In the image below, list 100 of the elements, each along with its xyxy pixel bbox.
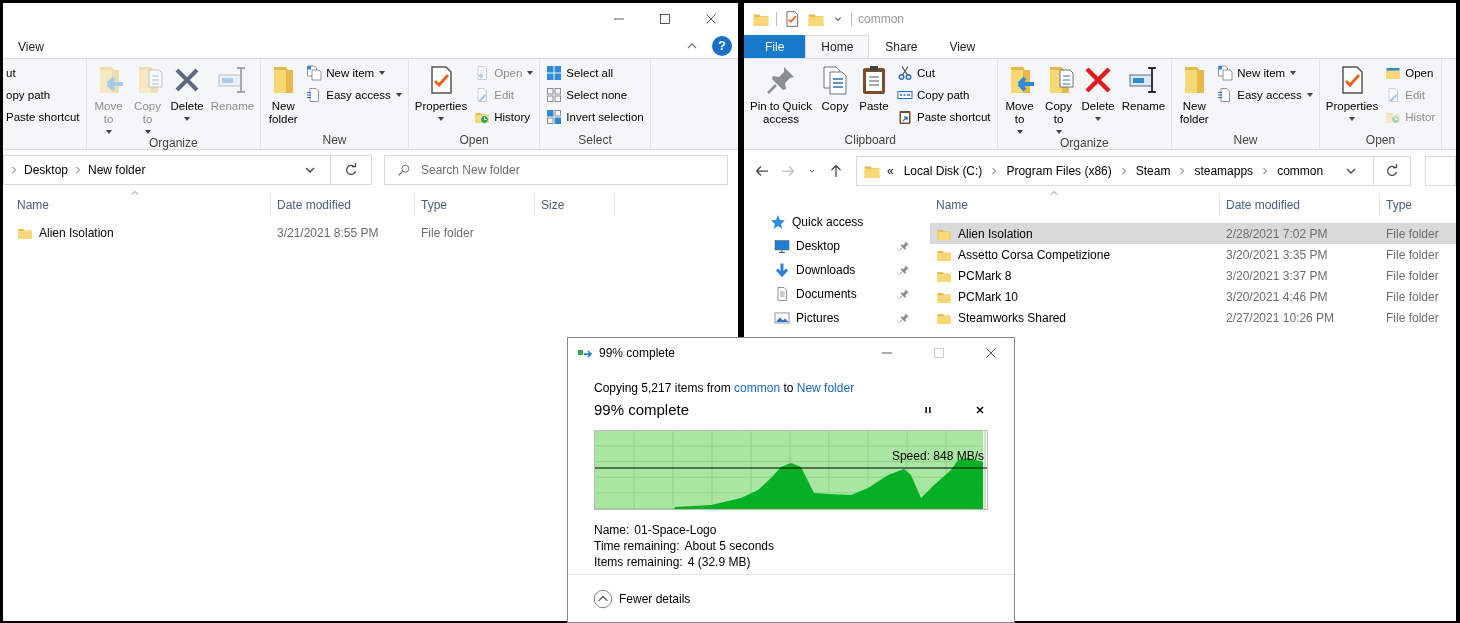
column-header[interactable]: Date modified	[271, 194, 415, 216]
file-row[interactable]: Alien Isolation 3/21/2021 8:55 PM File folder	[11, 222, 738, 243]
ribbon-button[interactable]: Cut	[894, 62, 994, 84]
detail-value: 4 (32.9 MB)	[687, 553, 751, 570]
breadcrumb-link[interactable]: Program Files (x86)	[1002, 162, 1116, 180]
date-cell-text: 3/20/2021 3:35 PM	[1225, 246, 1329, 264]
select-none-icon	[546, 87, 563, 103]
search-placeholder: Search New folder	[421, 162, 520, 179]
file-name: Steamworks Shared	[958, 309, 1067, 327]
group-label: Organize	[149, 136, 198, 150]
file-name: PCMark 8	[958, 267, 1012, 285]
paste-shortcut-icon	[897, 109, 913, 125]
breadcrumb-link[interactable]: New folder	[84, 161, 150, 179]
ribbon-button[interactable]: ut	[3, 62, 83, 84]
ribbon-button[interactable]: Easy access	[1214, 84, 1316, 106]
breadcrumb-link[interactable]: Steam	[1131, 162, 1175, 180]
ribbon-tab[interactable]: File	[744, 35, 806, 58]
breadcrumb-link[interactable]: steamapps	[1190, 162, 1258, 180]
breadcrumb-link[interactable]: Local Disk (C:)	[899, 162, 987, 180]
breadcrumb-link[interactable]: common	[1273, 162, 1328, 180]
file-row[interactable]: PCMark 8 3/20/2021 3:37 PM File folder	[930, 265, 1456, 286]
ribbon-button[interactable]: Copy path	[894, 84, 994, 106]
detail-value: 01-Space-Logo	[634, 521, 717, 538]
type-cell-text: File folder	[1385, 309, 1440, 327]
search-field[interactable]	[1425, 156, 1456, 186]
detail-label: Items remaining:	[594, 553, 683, 570]
breadcrumb-link[interactable]: Desktop	[20, 161, 73, 179]
ribbon-button[interactable]: Select all	[543, 62, 647, 84]
document-icon	[774, 286, 790, 302]
ribbon-button[interactable]: Pin to Quick access	[747, 62, 815, 128]
file-name: PCMark 10	[958, 288, 1019, 306]
file-row[interactable]: Assetto Corsa Competizione 3/20/2021 3:35 PM File folder	[930, 244, 1456, 265]
details-toggle[interactable]: Fewer details	[593, 588, 691, 609]
desktop-icon	[774, 238, 790, 254]
scissors-icon	[897, 65, 913, 81]
ribbon-button[interactable]: Easy access	[303, 84, 405, 106]
ribbon-button[interactable]: Paste shortcut	[3, 106, 83, 128]
overflow-button[interactable]: «	[883, 162, 898, 180]
column-header[interactable]: Name	[930, 194, 1220, 216]
ribbon-button[interactable]: New folder	[264, 62, 303, 128]
address-bar[interactable]: « Local Disk (C:) Program Files (x86) Steam steamapps common	[856, 156, 1412, 186]
type-cell-text: File folder	[1385, 288, 1440, 306]
ribbon-button[interactable]: Rename	[1118, 62, 1169, 115]
sidebar-item[interactable]: Documents	[744, 282, 918, 306]
source-link[interactable]: common	[734, 381, 781, 395]
sidebar-item[interactable]: Desktop	[744, 234, 918, 258]
sidebar-item[interactable]: Pictures	[744, 306, 918, 330]
ribbon-button[interactable]: History	[471, 106, 537, 128]
speed-label: Speed: 848 MB/s	[891, 448, 984, 463]
sidebar-item[interactable]: Downloads	[744, 258, 918, 282]
group-label: Open	[459, 133, 489, 147]
type-cell-text: File folder	[1385, 225, 1440, 243]
ribbon-button[interactable]: Paste shortcut	[894, 106, 994, 128]
properties-icon	[783, 9, 801, 28]
ribbon-button[interactable]: Move to	[1000, 62, 1039, 136]
search-icon	[397, 163, 411, 177]
ribbon-button[interactable]: opy path	[3, 84, 83, 106]
search-field[interactable]: Search New folder	[384, 155, 728, 185]
ribbon-tab[interactable]: View	[933, 35, 992, 58]
ribbon-button[interactable]: Copy to	[1039, 62, 1078, 136]
group-label: Organize	[1060, 136, 1109, 150]
sidebar-header[interactable]: Quick access	[792, 213, 864, 231]
group-label: Open	[1365, 133, 1396, 147]
column-header[interactable]: Size	[535, 194, 615, 216]
ribbon-button[interactable]: Delete	[167, 62, 207, 123]
detail-label: Name:	[594, 521, 630, 538]
invert-selection-icon	[546, 109, 563, 125]
address-bar[interactable]: Desktop New folder	[3, 155, 372, 185]
column-header[interactable]: Date modified	[1220, 194, 1380, 216]
column-header[interactable]: Type	[1380, 194, 1456, 216]
ribbon-button[interactable]: New item	[303, 62, 405, 84]
ribbon-button[interactable]: Delete	[1078, 62, 1118, 123]
ribbon-button[interactable]: Properties	[411, 62, 471, 123]
selected-row[interactable]: Alien Isolation 2/28/2021 7:02 PM File folder	[930, 223, 1456, 244]
group-label: Select	[578, 133, 612, 147]
ribbon-button[interactable]: Invert selection	[543, 106, 647, 128]
ribbon-button[interactable]: Open	[1382, 62, 1439, 84]
target-link[interactable]: New folder	[796, 381, 855, 395]
column-header[interactable]: Name	[11, 194, 271, 216]
date-cell-text: 2/28/2021 7:02 PM	[1225, 225, 1329, 243]
ribbon-button[interactable]: Copy	[816, 62, 854, 115]
refresh-icon	[343, 162, 359, 178]
folder-icon	[1385, 65, 1402, 81]
ribbon-tab[interactable]: Home	[805, 35, 870, 58]
download-arrow-icon	[774, 262, 790, 278]
ribbon-button[interactable]: New folder	[1175, 62, 1214, 128]
file-row[interactable]: Steamworks Shared 2/27/2021 10:26 PM File folder	[930, 307, 1456, 328]
file-row[interactable]: PCMark 10 3/20/2021 4:46 PM File folder	[930, 286, 1456, 307]
column-header[interactable]: Type	[415, 194, 535, 216]
ribbon-button[interactable]: Paste	[855, 62, 893, 115]
ribbon-tab[interactable]: View	[3, 35, 59, 58]
ribbon-button[interactable]: New item	[1214, 62, 1316, 84]
type-cell-text: File folder	[1385, 267, 1440, 285]
group-label: New	[1233, 133, 1258, 147]
ribbon-button[interactable]: Select none	[543, 84, 647, 106]
up-arrow-icon	[828, 163, 844, 179]
help-button[interactable]: ?	[712, 36, 732, 56]
ribbon-button[interactable]: Properties	[1322, 62, 1382, 123]
dialog-title: 99% complete	[599, 345, 677, 362]
ribbon-tab[interactable]: Share	[869, 35, 934, 58]
